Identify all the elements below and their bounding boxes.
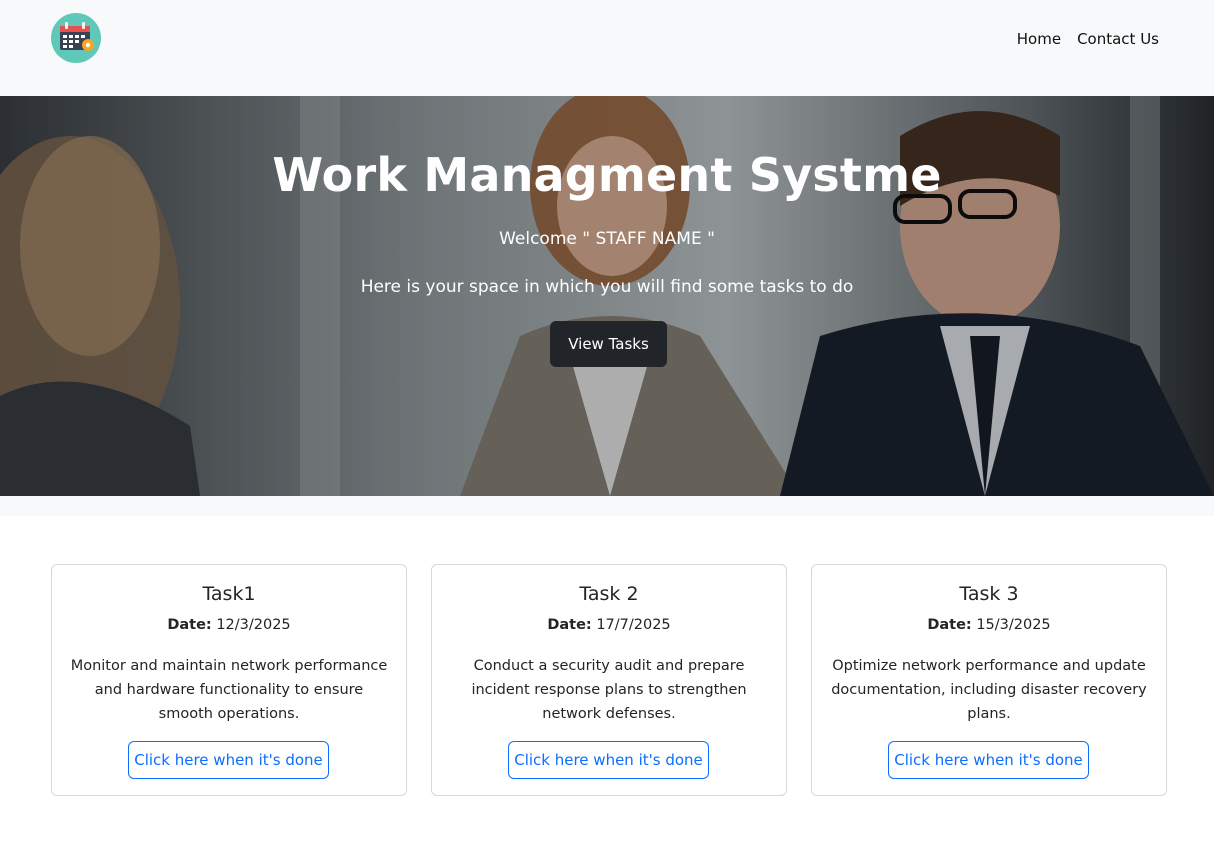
- nav-home-link[interactable]: Home: [1017, 29, 1061, 49]
- task-title: Task1: [202, 583, 256, 605]
- task-title: Task 3: [959, 583, 1019, 605]
- task-card: Task 2 Date: 17/7/2025 Conduct a securit…: [431, 564, 787, 796]
- task-date-value: 17/7/2025: [596, 617, 671, 633]
- hero-title: Work Managment Systme: [272, 148, 942, 202]
- task-description: Conduct a security audit and prepare inc…: [471, 658, 747, 722]
- section-divider: [0, 496, 1214, 516]
- hero-welcome-text: Welcome " STAFF NAME ": [499, 229, 715, 249]
- calendar-gear-icon[interactable]: [51, 13, 101, 63]
- task-title: Task 2: [579, 583, 639, 605]
- task-date-label: Date:: [167, 617, 212, 633]
- task-date: Date: 15/3/2025: [812, 617, 1166, 633]
- nav-links: Home Contact Us: [1017, 29, 1159, 49]
- task-done-button[interactable]: Click here when it's done: [128, 741, 329, 779]
- task-date: Date: 17/7/2025: [432, 617, 786, 633]
- task-card: Task 3 Date: 15/3/2025 Optimize network …: [811, 564, 1167, 796]
- hero-section: Work Managment Systme Welcome " STAFF NA…: [0, 96, 1214, 496]
- task-card: Task1 Date: 12/3/2025 Monitor and mainta…: [51, 564, 407, 796]
- task-description: Optimize network performance and update …: [831, 658, 1147, 722]
- task-date-label: Date:: [547, 617, 592, 633]
- task-date-label: Date:: [927, 617, 972, 633]
- task-done-button[interactable]: Click here when it's done: [888, 741, 1089, 779]
- nav-contact-link[interactable]: Contact Us: [1077, 29, 1159, 49]
- hero-description: Here is your space in which you will fin…: [360, 277, 854, 297]
- task-done-button[interactable]: Click here when it's done: [508, 741, 709, 779]
- task-date-value: 12/3/2025: [216, 617, 291, 633]
- task-date-value: 15/3/2025: [976, 617, 1051, 633]
- task-date: Date: 12/3/2025: [52, 617, 406, 633]
- task-description: Monitor and maintain network performance…: [70, 658, 388, 722]
- view-tasks-button[interactable]: View Tasks: [550, 321, 667, 367]
- navbar: Home Contact Us: [0, 0, 1214, 96]
